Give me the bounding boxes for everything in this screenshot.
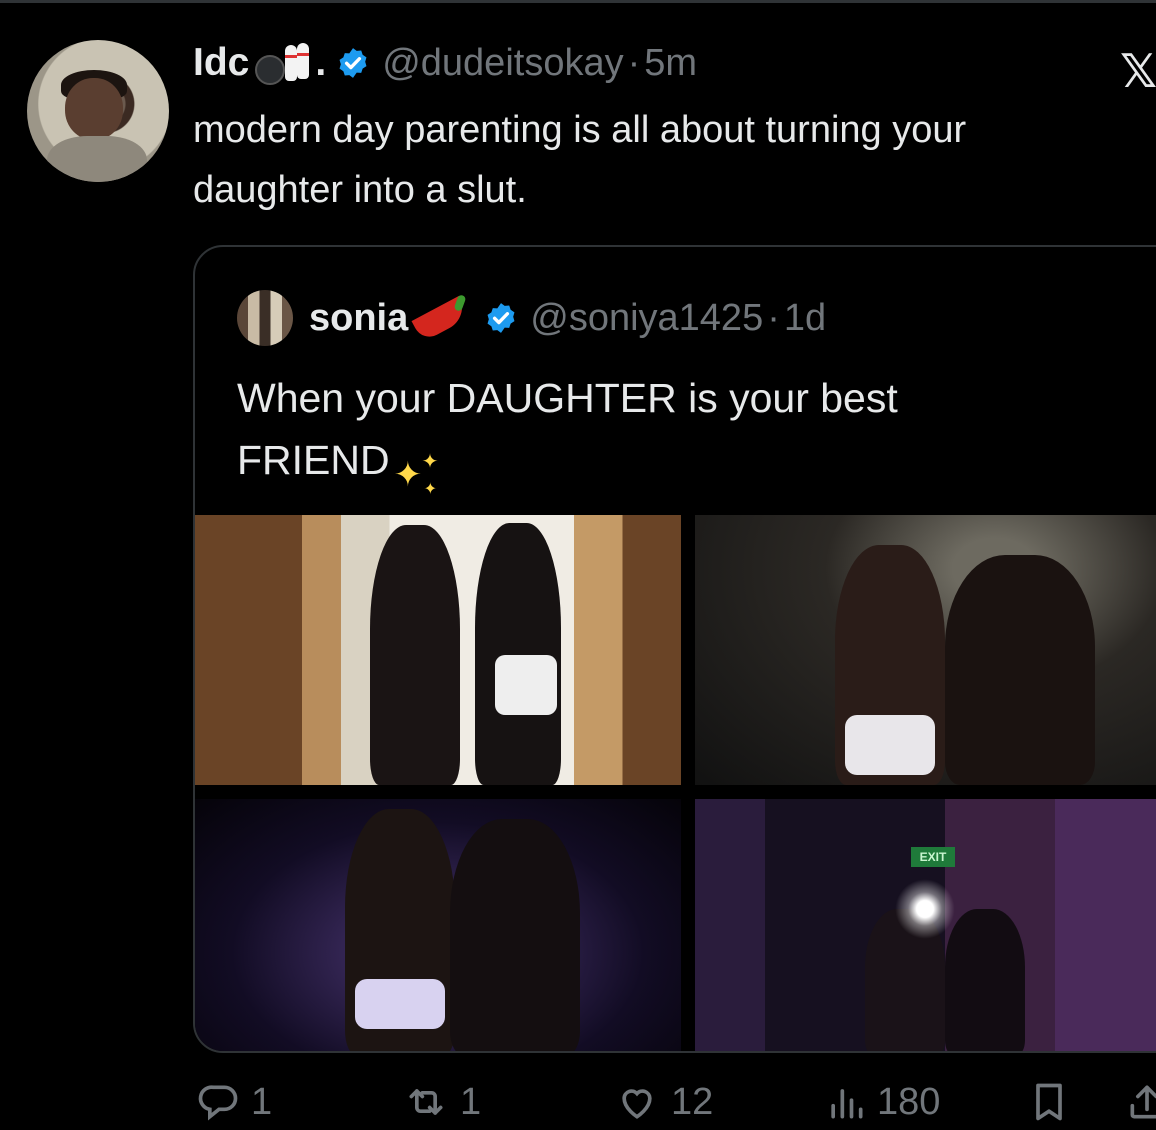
author-display-name-suffix[interactable]: . — [315, 41, 326, 85]
separator-dot: · — [627, 41, 641, 84]
tweet-actions-bar: 1 1 12 180 — [195, 1080, 1156, 1130]
share-icon — [1130, 1085, 1156, 1119]
quoted-author-avatar[interactable] — [237, 290, 293, 346]
verified-badge-icon — [339, 48, 367, 78]
tweet-text: modern day parenting is all about turnin… — [193, 109, 967, 211]
quoted-tweet-timestamp[interactable]: 1d — [784, 297, 826, 340]
sparkles-emoji-icon: ✦ ✦ ✦ — [393, 449, 439, 498]
separator-dot: · — [767, 296, 780, 339]
like-button[interactable]: 12 — [611, 1080, 713, 1124]
quoted-author-display-name[interactable]: sonia — [309, 297, 408, 340]
quoted-author-handle[interactable]: @soniya1425 — [530, 297, 763, 340]
avatar-shirt — [47, 136, 147, 182]
views-button[interactable]: 180 — [823, 1080, 940, 1124]
photo-mirror-selfie[interactable] — [195, 515, 681, 785]
repost-icon — [409, 1089, 443, 1115]
repost-button[interactable]: 1 — [400, 1080, 481, 1124]
view-count: 180 — [877, 1080, 941, 1123]
reply-count: 1 — [251, 1080, 273, 1123]
divider — [0, 0, 1156, 3]
views-chart-icon — [831, 1089, 863, 1119]
share-button[interactable] — [1125, 1080, 1156, 1124]
tweet-header: Idc . @dudeitsokay · 5m — [193, 38, 697, 88]
quoted-tweet-header: sonia @soniya1425 · 1d — [237, 287, 826, 349]
hot-pepper-emoji-icon — [410, 293, 472, 343]
heart-icon — [622, 1089, 652, 1119]
exit-sign: EXIT — [911, 847, 955, 867]
author-display-name[interactable]: Idc — [193, 41, 249, 85]
bowling-emoji-icon — [251, 41, 313, 85]
quoted-tweet-text-body: When your DAUGHTER is your best FRIEND — [237, 375, 898, 483]
reply-button[interactable]: 1 — [195, 1080, 272, 1124]
reply-icon — [198, 1085, 238, 1121]
media-grid: EXIT — [195, 515, 1156, 1051]
photo-club-entrance[interactable]: EXIT — [695, 799, 1156, 1051]
photo-car-selfie[interactable] — [695, 515, 1156, 785]
quoted-tweet-card[interactable]: sonia @soniya1425 · 1d When your DAUGHTE… — [193, 245, 1156, 1053]
bookmark-icon — [1036, 1083, 1062, 1121]
avatar[interactable] — [27, 40, 169, 182]
author-handle[interactable]: @dudeitsokay — [382, 42, 623, 85]
avatar-face — [65, 78, 123, 140]
like-count: 12 — [671, 1080, 714, 1123]
bookmark-button[interactable] — [1027, 1080, 1079, 1124]
quoted-tweet-text: When your DAUGHTER is your best FRIEND ✦ ✦… — [237, 367, 1137, 498]
verified-badge-icon — [487, 303, 515, 333]
camera-flash — [895, 879, 955, 939]
tweet-timestamp[interactable]: 5m — [644, 42, 697, 85]
photo-club-selfie[interactable] — [195, 799, 681, 1051]
x-logo-icon: 𝕏 — [1120, 44, 1156, 98]
repost-count: 1 — [460, 1080, 482, 1123]
tweet[interactable]: Idc . @dudeitsokay · 5m 𝕏 modern day par… — [0, 0, 1156, 1130]
